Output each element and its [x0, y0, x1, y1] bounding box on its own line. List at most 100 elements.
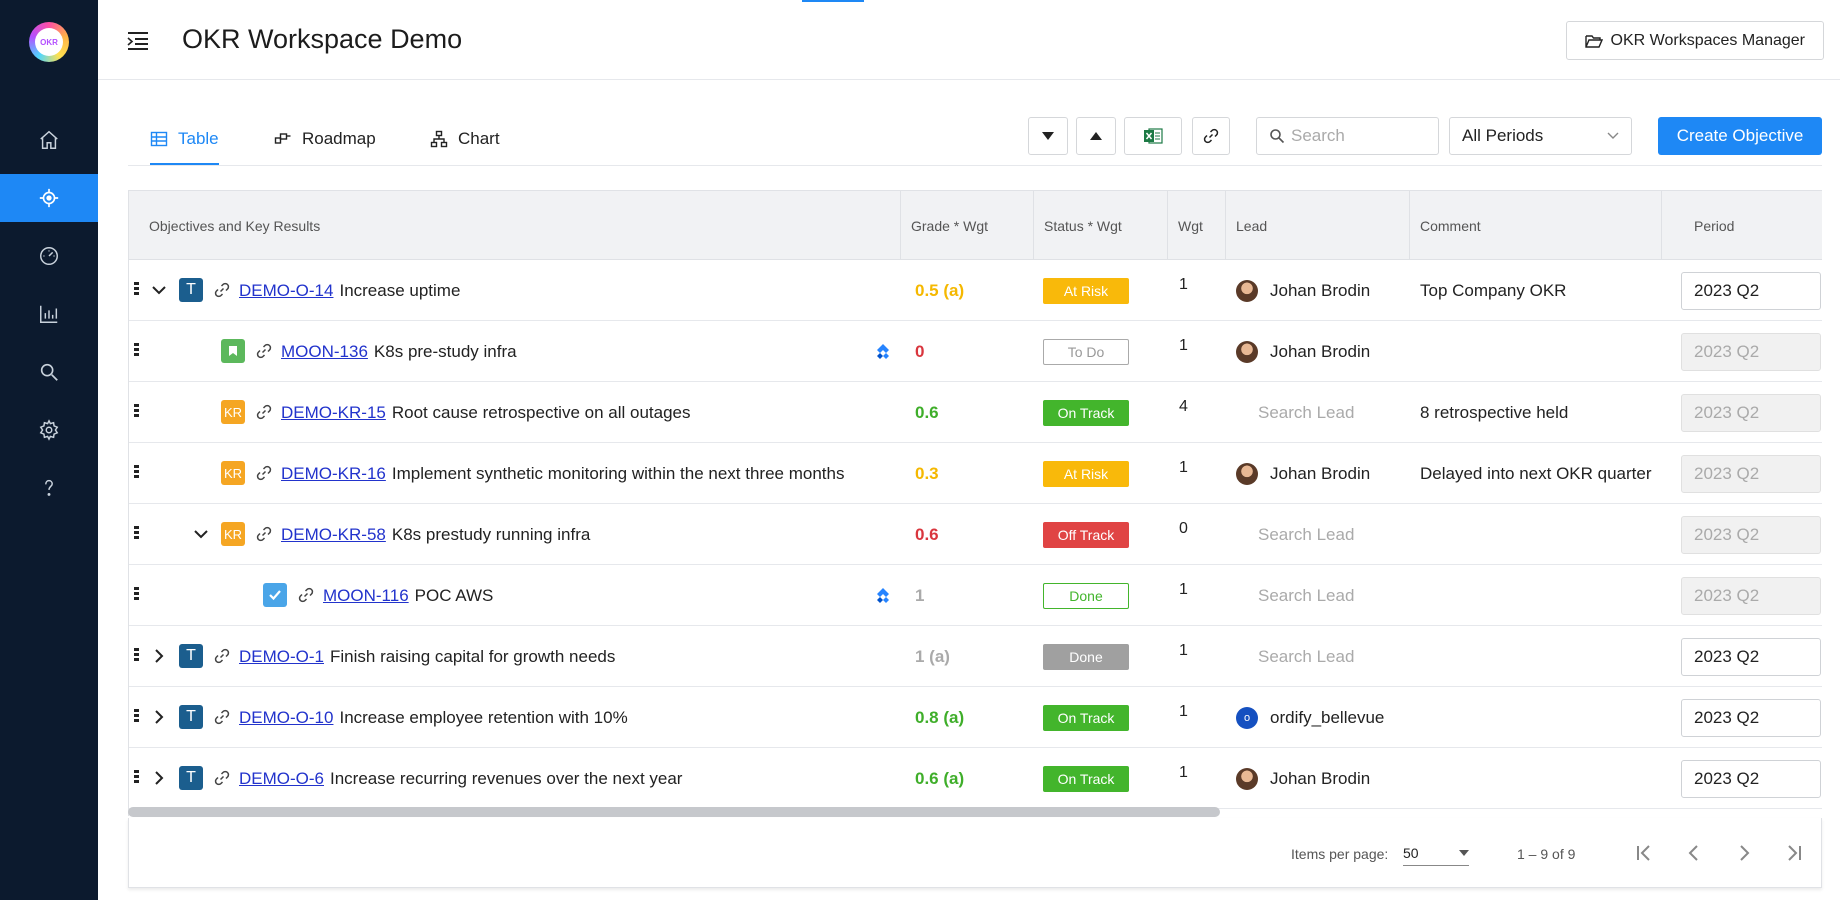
link-icon[interactable] — [255, 403, 273, 421]
issue-key-link[interactable]: DEMO-KR-15 — [281, 403, 386, 423]
table-row[interactable]: MOON-116 POC AWS 1 Done 1 Search Lead 2023 Q2 — [129, 565, 1822, 626]
col-objectives[interactable]: Objectives and Key Results — [129, 191, 901, 260]
status-badge[interactable]: On Track — [1043, 704, 1129, 731]
previous-page-button[interactable] — [1681, 840, 1707, 866]
tab-roadmap[interactable]: Roadmap — [274, 112, 376, 166]
issue-key-link[interactable]: DEMO-O-14 — [239, 281, 333, 301]
link-icon[interactable] — [297, 586, 315, 604]
chevron-right-icon[interactable] — [151, 709, 167, 725]
menu-toggle-icon[interactable] — [126, 30, 150, 52]
link-icon[interactable] — [213, 281, 231, 299]
table-row[interactable]: KR DEMO-KR-16 Implement synthetic monitori… — [129, 443, 1822, 504]
expand-all-button[interactable] — [1076, 117, 1116, 155]
search-field[interactable] — [1256, 117, 1439, 155]
status-badge[interactable]: To Do — [1043, 338, 1129, 365]
sidebar-item-home[interactable] — [0, 116, 98, 164]
tab-chart[interactable]: Chart — [430, 112, 500, 166]
table-row[interactable]: MOON-136 K8s pre-study infra 0 To Do 1 Johan … — [129, 321, 1822, 382]
col-grade[interactable]: Grade * Wgt — [901, 191, 1034, 260]
first-page-button[interactable] — [1631, 840, 1657, 866]
table-row[interactable]: T DEMO-O-14 Increase uptime 0.5 (a) At Risk 1… — [129, 260, 1822, 321]
drag-handle[interactable] — [134, 465, 140, 483]
lead[interactable]: Johan Brodin — [1236, 462, 1370, 485]
link-icon[interactable] — [255, 342, 273, 360]
period-input[interactable]: 2023 Q2 — [1681, 759, 1821, 798]
comment-text[interactable]: 8 retrospective held — [1420, 382, 1568, 443]
issue-key-link[interactable]: MOON-136 — [281, 342, 368, 362]
drag-handle[interactable] — [134, 709, 140, 727]
table-row[interactable]: T DEMO-O-10 Increase employee retention wi… — [129, 687, 1822, 748]
period-input[interactable]: 2023 Q2 — [1681, 271, 1821, 310]
search-lead-input[interactable]: Search Lead — [1236, 586, 1354, 606]
link-icon[interactable] — [255, 525, 273, 543]
next-page-button[interactable] — [1731, 840, 1757, 866]
issue-key-link[interactable]: DEMO-O-1 — [239, 647, 324, 667]
chevron-down-icon[interactable] — [193, 526, 209, 542]
items-per-page-select[interactable]: 50 — [1403, 840, 1469, 866]
col-lead[interactable]: Lead — [1226, 191, 1410, 260]
sidebar-item-reports[interactable] — [0, 290, 98, 338]
lead[interactable]: o ordify_bellevue — [1236, 706, 1384, 729]
search-lead-input[interactable]: Search Lead — [1236, 525, 1354, 545]
drag-handle[interactable] — [134, 282, 140, 300]
issue-key-link[interactable]: DEMO-KR-58 — [281, 525, 386, 545]
issue-key-link[interactable]: DEMO-O-10 — [239, 708, 333, 728]
status-badge[interactable]: At Risk — [1043, 460, 1129, 487]
workspaces-manager-button[interactable]: OKR Workspaces Manager — [1565, 21, 1824, 60]
search-lead-input[interactable]: Search Lead — [1236, 647, 1354, 667]
comment-text[interactable]: Delayed into next OKR quarter — [1420, 443, 1652, 504]
period-input[interactable]: 2023 Q2 — [1681, 637, 1821, 676]
chevron-down-icon[interactable] — [151, 282, 167, 298]
drag-handle[interactable] — [134, 770, 140, 788]
sidebar-item-objectives[interactable] — [0, 174, 98, 222]
okr-logo[interactable]: OKR — [29, 22, 69, 62]
collapse-all-button[interactable] — [1028, 117, 1068, 155]
sidebar-item-settings[interactable] — [0, 406, 98, 454]
link-icon[interactable] — [213, 769, 231, 787]
last-page-button[interactable] — [1781, 840, 1807, 866]
chevron-right-icon[interactable] — [151, 648, 167, 664]
col-status[interactable]: Status * Wgt — [1034, 191, 1168, 260]
drag-handle[interactable] — [134, 343, 140, 361]
table-row[interactable]: T DEMO-O-1 Finish raising capital for grow… — [129, 626, 1822, 687]
drag-handle[interactable] — [134, 404, 140, 422]
issue-key-link[interactable]: MOON-116 — [323, 586, 409, 606]
link-icon[interactable] — [213, 708, 231, 726]
sidebar-item-help[interactable] — [0, 464, 98, 512]
col-period[interactable]: Period — [1662, 191, 1822, 260]
search-lead-input[interactable]: Search Lead — [1236, 403, 1354, 423]
period-filter-select[interactable]: All Periods — [1449, 117, 1632, 155]
status-badge[interactable]: At Risk — [1043, 277, 1129, 304]
link-icon[interactable] — [255, 464, 273, 482]
tab-table[interactable]: Table — [150, 112, 219, 166]
status-badge[interactable]: On Track — [1043, 399, 1129, 426]
search-input[interactable] — [1291, 126, 1431, 146]
link-icon[interactable] — [213, 647, 231, 665]
drag-handle[interactable] — [134, 587, 140, 605]
issue-key-link[interactable]: DEMO-O-6 — [239, 769, 324, 789]
issue-key-link[interactable]: DEMO-KR-16 — [281, 464, 386, 484]
status-badge[interactable]: Done — [1043, 643, 1129, 670]
export-excel-button[interactable] — [1124, 117, 1182, 155]
status-badge[interactable]: On Track — [1043, 765, 1129, 792]
col-wgt[interactable]: Wgt — [1168, 191, 1226, 260]
horizontal-scrollbar[interactable] — [128, 807, 1220, 817]
drag-handle[interactable] — [134, 648, 140, 666]
table-row[interactable]: T DEMO-O-6 Increase recurring revenues ove… — [129, 748, 1822, 809]
drag-handle[interactable] — [134, 526, 140, 544]
lead[interactable]: Johan Brodin — [1236, 767, 1370, 790]
table-row[interactable]: KR DEMO-KR-58 K8s prestudy running infra 0.… — [129, 504, 1822, 565]
status-badge[interactable]: Off Track — [1043, 521, 1129, 548]
status-badge[interactable]: Done — [1043, 582, 1129, 609]
comment-text[interactable]: Top Company OKR — [1420, 260, 1566, 321]
period-input[interactable]: 2023 Q2 — [1681, 698, 1821, 737]
create-objective-button[interactable]: Create Objective — [1658, 117, 1822, 155]
sidebar-item-search[interactable] — [0, 348, 98, 396]
lead[interactable]: Johan Brodin — [1236, 340, 1370, 363]
chevron-right-icon[interactable] — [151, 770, 167, 786]
col-comment[interactable]: Comment — [1410, 191, 1662, 260]
table-row[interactable]: KR DEMO-KR-15 Root cause retrospective on … — [129, 382, 1822, 443]
lead[interactable]: Johan Brodin — [1236, 279, 1370, 302]
sidebar-item-dashboard[interactable] — [0, 232, 98, 280]
copy-link-button[interactable] — [1192, 117, 1230, 155]
